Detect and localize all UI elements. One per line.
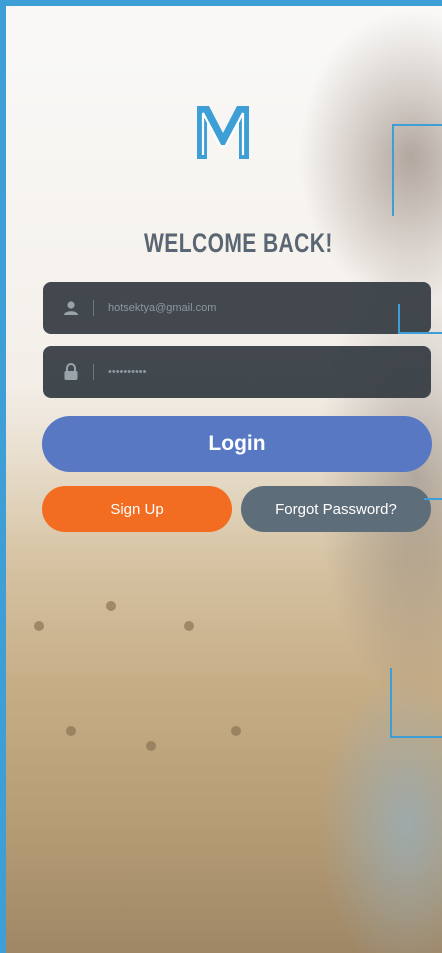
- page-title: WELCOME BACK!: [144, 228, 333, 258]
- annotation-callout: [392, 124, 442, 216]
- forgot-password-button[interactable]: Forgot Password?: [241, 486, 431, 532]
- annotation-callout: [390, 668, 442, 738]
- email-field[interactable]: [43, 282, 431, 334]
- couch-tuft: [66, 726, 76, 736]
- login-screen: WELCOME BACK! Login Sign Up Forgot Passw…: [0, 0, 442, 953]
- annotation-callout: [424, 498, 442, 500]
- field-separator: [93, 300, 94, 316]
- user-icon: [61, 298, 81, 318]
- couch-tuft: [146, 741, 156, 751]
- couch-tuft: [231, 726, 241, 736]
- couch-tuft: [184, 621, 194, 631]
- email-input[interactable]: [106, 301, 390, 315]
- lock-icon: [61, 362, 81, 382]
- sign-up-button[interactable]: Sign Up: [42, 486, 232, 532]
- couch-tuft: [34, 621, 44, 631]
- app-logo-icon: [197, 106, 249, 159]
- couch-tuft: [106, 601, 116, 611]
- annotation-callout: [398, 304, 442, 334]
- password-field[interactable]: [43, 346, 431, 398]
- field-separator: [93, 364, 94, 380]
- password-input[interactable]: [106, 365, 390, 379]
- login-button[interactable]: Login: [42, 416, 432, 472]
